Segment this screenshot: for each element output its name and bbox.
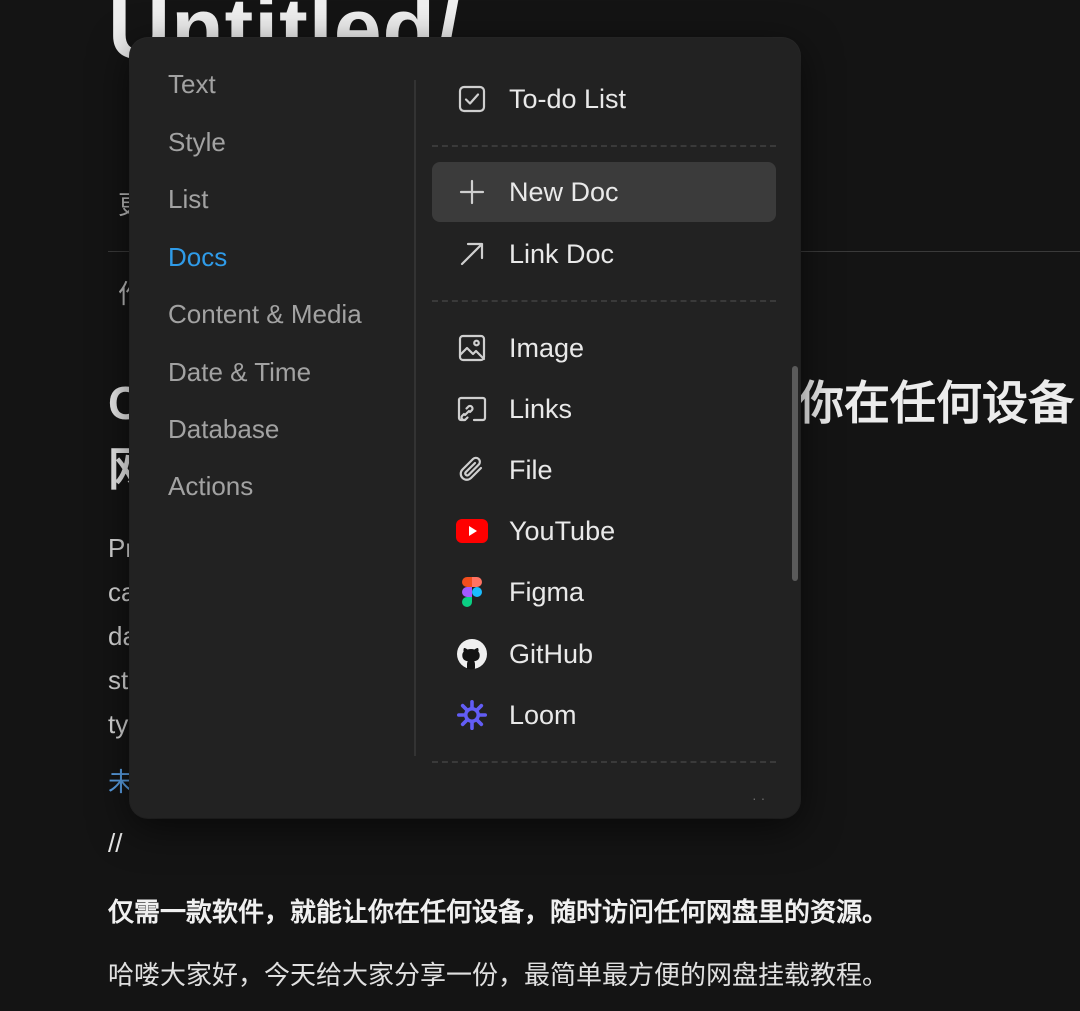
loom-icon [456,699,488,731]
option-label: GitHub [509,638,594,669]
option-label: Link Doc [509,238,615,269]
category-docs[interactable]: Docs [168,237,227,277]
option-figma[interactable]: Figma [432,562,776,622]
arrow-up-right-icon [456,238,488,270]
slash-command-text[interactable]: // [108,828,122,859]
option-label: Figma [509,576,585,607]
option-new-doc[interactable]: New Doc [432,162,776,222]
youtube-icon [456,515,488,547]
option-link-doc[interactable]: Link Doc [432,224,776,284]
option-label: New Doc [509,176,619,207]
category-style[interactable]: Style [168,122,226,162]
option-label: Links [509,393,573,424]
option-label: File [509,454,553,485]
category-database[interactable]: Database [168,409,279,449]
section-divider [432,145,776,147]
option-file[interactable]: File [432,440,776,500]
paperclip-icon [456,454,488,486]
option-label: To-do List [509,83,627,114]
option-loom[interactable]: Loom [432,685,776,745]
category-text[interactable]: Text [168,64,216,104]
checkbox-icon [456,83,488,115]
slash-command-menu: Text Style List Docs Content & Media Dat… [130,38,800,818]
github-icon [456,638,488,670]
option-todo-list[interactable]: To-do List [432,69,776,129]
plus-icon [456,176,488,208]
option-label: Loom [509,699,577,730]
option-list: To-do List New Doc Link Doc Image Links … [416,38,800,818]
option-label: YouTube [509,515,616,546]
more-options-indicator: ·· [752,790,770,806]
option-links[interactable]: Links [432,379,776,439]
bold-paragraph[interactable]: 仅需一款软件，就能让你在任何设备，随时访问任何网盘里的资源。 [108,892,888,929]
scrollbar[interactable] [792,366,798,581]
category-list-item[interactable]: List [168,179,208,219]
category-content-media[interactable]: Content & Media [168,294,362,334]
option-image[interactable]: Image [432,318,776,378]
section-divider [432,300,776,302]
category-date-time[interactable]: Date & Time [168,352,311,392]
image-icon [456,332,488,364]
figma-icon [456,576,488,608]
section-divider [432,761,776,763]
heading-line1-right: 你在任何设备 [798,377,1074,429]
option-youtube[interactable]: YouTube [432,501,776,561]
option-label: Image [509,332,585,363]
category-actions[interactable]: Actions [168,466,253,506]
paragraph[interactable]: 哈喽大家好，今天给大家分享一份，最简单最方便的网盘挂载教程。 [108,955,888,992]
link-card-icon [456,393,488,425]
option-github[interactable]: GitHub [432,624,776,684]
